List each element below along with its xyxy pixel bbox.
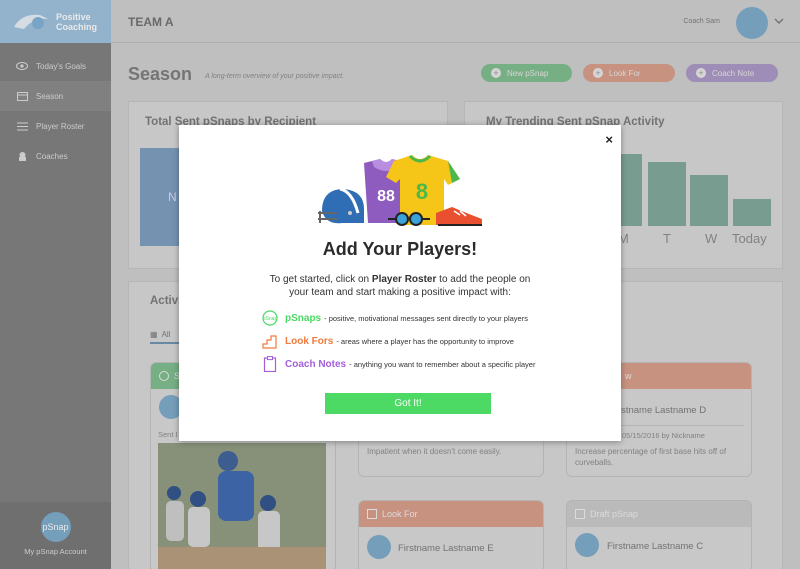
- feature-name: pSnaps: [285, 312, 322, 324]
- feature-desc: - anything you want to remember about a …: [349, 359, 536, 369]
- intro-text-start: To get started, click on: [269, 274, 372, 285]
- feature-desc: - positive, motivational messages sent d…: [324, 313, 528, 323]
- got-it-button[interactable]: Got It!: [325, 393, 491, 414]
- add-players-modal: × 88 8 Add Your Players! To get started,…: [179, 125, 621, 441]
- football-helmet-icon: [318, 187, 364, 224]
- clipboard-icon: [261, 356, 279, 372]
- sports-gear-illustration: 88 8: [318, 154, 482, 226]
- feature-name: Coach Notes: [285, 358, 347, 370]
- modal-title: Add Your Players!: [322, 239, 478, 259]
- psnap-icon: pSnap: [261, 310, 279, 326]
- feature-desc: - areas where a player has the opportuni…: [336, 336, 514, 346]
- svg-text:pSnap: pSnap: [263, 316, 278, 322]
- jersey-number-8: 8: [416, 179, 428, 204]
- modal-intro: To get started, click on Player Roster t…: [259, 273, 541, 299]
- player-roster-link: Player Roster: [371, 274, 437, 285]
- jersey-number-88: 88: [377, 188, 395, 205]
- feature-name: Look Fors: [285, 335, 334, 347]
- feature-look-fors: Look Fors - areas where a player has the…: [261, 333, 514, 349]
- feature-coach-notes: Coach Notes - anything you want to remem…: [261, 356, 535, 372]
- close-icon[interactable]: ×: [605, 132, 613, 147]
- feature-psnaps: pSnap pSnaps - positive, motivational me…: [261, 310, 528, 326]
- stairs-icon: [261, 333, 279, 349]
